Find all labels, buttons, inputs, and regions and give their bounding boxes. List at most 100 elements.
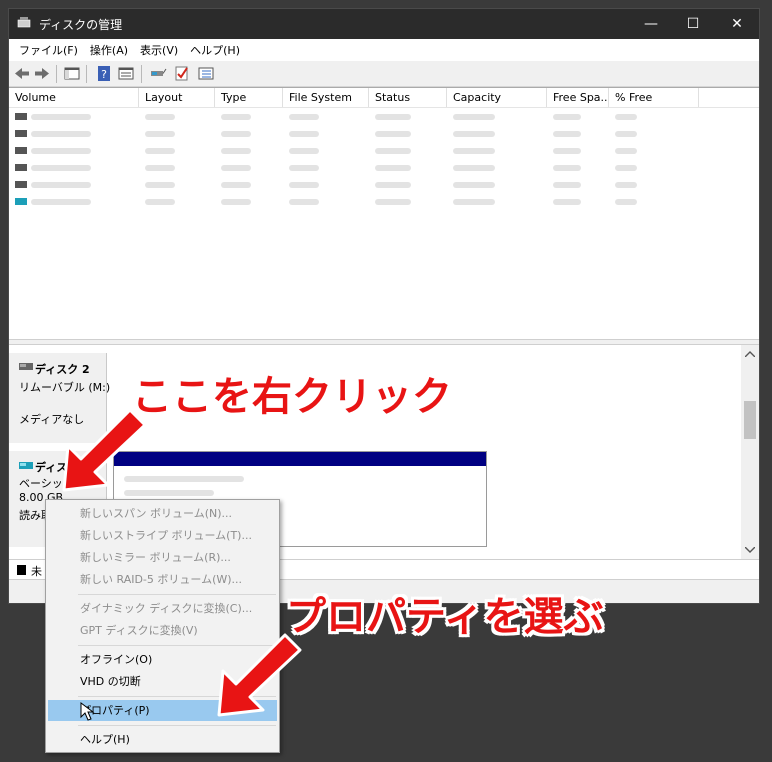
- menu-view[interactable]: 表示(V): [134, 40, 184, 60]
- volume-row[interactable]: [9, 142, 759, 159]
- scroll-thumb[interactable]: [744, 401, 756, 439]
- svg-text:?: ?: [101, 68, 107, 81]
- back-icon[interactable]: [13, 65, 31, 82]
- column-free-space[interactable]: Free Spa...: [547, 88, 609, 107]
- redacted-cell: [31, 199, 91, 205]
- column-capacity[interactable]: Capacity: [447, 88, 547, 107]
- redacted-cell: [289, 165, 319, 171]
- help-icon[interactable]: ?: [95, 65, 113, 82]
- close-button[interactable]: ✕: [715, 9, 759, 39]
- redacted-cell: [289, 114, 319, 120]
- redacted-cell: [145, 182, 175, 188]
- connect-icon[interactable]: [149, 65, 167, 82]
- console-tree-icon[interactable]: [63, 65, 81, 82]
- volume-row[interactable]: [9, 193, 759, 210]
- redacted-cell: [31, 182, 91, 188]
- volume-drive-icon: [15, 113, 27, 120]
- toolbar-separator: [141, 65, 142, 83]
- redacted-cell: [553, 199, 581, 205]
- volume-rows: [9, 108, 759, 210]
- redacted-cell: [145, 199, 175, 205]
- volume-row[interactable]: [9, 176, 759, 193]
- redacted-cell: [31, 165, 91, 171]
- mouse-cursor-icon: [80, 702, 95, 721]
- toolbar: ?: [9, 61, 759, 87]
- volume-list: Volume Layout Type File System Status Ca…: [9, 87, 759, 339]
- volume-drive-icon: [15, 198, 27, 205]
- scroll-down-icon[interactable]: [745, 547, 755, 553]
- list-icon[interactable]: [197, 65, 215, 82]
- redacted-cell: [145, 131, 175, 137]
- redacted-cell: [453, 165, 495, 171]
- redacted-cell: [289, 131, 319, 137]
- volume-row[interactable]: [9, 125, 759, 142]
- volume-drive-icon: [15, 130, 27, 137]
- redacted-cell: [289, 199, 319, 205]
- redacted-cell: [375, 182, 411, 188]
- menu-convert-dynamic[interactable]: ダイナミック ディスクに変換(C)...: [48, 598, 277, 619]
- menu-new-striped-volume[interactable]: 新しいストライプ ボリューム(T)...: [48, 525, 277, 546]
- menu-new-raid5-volume[interactable]: 新しい RAID-5 ボリューム(W)...: [48, 569, 277, 590]
- redacted-cell: [453, 148, 495, 154]
- redacted-cell: [615, 182, 637, 188]
- legend-label: 未: [31, 565, 42, 578]
- menu-help[interactable]: ヘルプ(H): [48, 729, 277, 750]
- redacted-cell: [615, 131, 637, 137]
- redacted-cell: [375, 165, 411, 171]
- partition-header-bar: [114, 452, 486, 466]
- column-layout[interactable]: Layout: [139, 88, 215, 107]
- minimize-button[interactable]: —: [629, 9, 673, 39]
- redacted-cell: [31, 114, 91, 120]
- arrow-to-properties-icon: [217, 633, 302, 717]
- volume-drive-icon: [15, 147, 27, 154]
- menu-help[interactable]: ヘルプ(H): [184, 40, 246, 60]
- redacted-cell: [289, 182, 319, 188]
- forward-icon[interactable]: [33, 65, 51, 82]
- redacted-cell: [553, 165, 581, 171]
- redacted-cell: [221, 165, 251, 171]
- menu-new-spanned-volume[interactable]: 新しいスパン ボリューム(N)...: [48, 503, 277, 524]
- menu-action[interactable]: 操作(A): [84, 40, 134, 60]
- redacted-cell: [221, 131, 251, 137]
- annotation-right-click: ここを右クリック: [132, 374, 452, 420]
- column-percent-free[interactable]: % Free: [609, 88, 699, 107]
- redacted-cell: [615, 199, 637, 205]
- title-bar[interactable]: ディスクの管理 — ☐ ✕: [9, 9, 759, 39]
- column-volume[interactable]: Volume: [9, 88, 139, 107]
- scroll-up-icon[interactable]: [745, 351, 755, 357]
- volume-row[interactable]: [9, 159, 759, 176]
- redacted-cell: [453, 199, 495, 205]
- redacted-cell: [31, 131, 91, 137]
- volume-drive-icon: [15, 164, 27, 171]
- redacted-cell: [615, 148, 637, 154]
- redacted-cell: [553, 114, 581, 120]
- redacted-cell: [289, 148, 319, 154]
- redacted-cell: [145, 114, 175, 120]
- redacted-cell: [375, 114, 411, 120]
- window-title: ディスクの管理: [39, 18, 123, 32]
- menu-new-mirrored-volume[interactable]: 新しいミラー ボリューム(R)...: [48, 547, 277, 568]
- unallocated-swatch: [17, 565, 26, 575]
- column-file-system[interactable]: File System: [283, 88, 369, 107]
- maximize-button[interactable]: ☐: [671, 9, 715, 39]
- redacted-cell: [375, 131, 411, 137]
- column-status[interactable]: Status: [369, 88, 447, 107]
- redacted-cell: [553, 148, 581, 154]
- menu-file[interactable]: ファイル(F): [13, 40, 84, 60]
- disk2-name: ディスク 2: [35, 363, 90, 376]
- redacted-cell: [453, 182, 495, 188]
- properties-icon[interactable]: [117, 65, 135, 82]
- check-icon[interactable]: [173, 65, 191, 82]
- redacted-cell: [453, 114, 495, 120]
- redacted-cell: [553, 131, 581, 137]
- menu-bar: ファイル(F) 操作(A) 表示(V) ヘルプ(H): [9, 39, 759, 61]
- disk2-type: リムーバブル (M:): [19, 381, 111, 394]
- volume-row[interactable]: [9, 108, 759, 125]
- disk-pane-scrollbar[interactable]: [741, 345, 759, 559]
- redacted-cell: [615, 165, 637, 171]
- redacted-cell: [31, 148, 91, 154]
- redacted-cell: [453, 131, 495, 137]
- toolbar-separator: [56, 65, 57, 83]
- annotation-choose-properties: プロパティを選ぶ: [286, 594, 604, 640]
- column-type[interactable]: Type: [215, 88, 283, 107]
